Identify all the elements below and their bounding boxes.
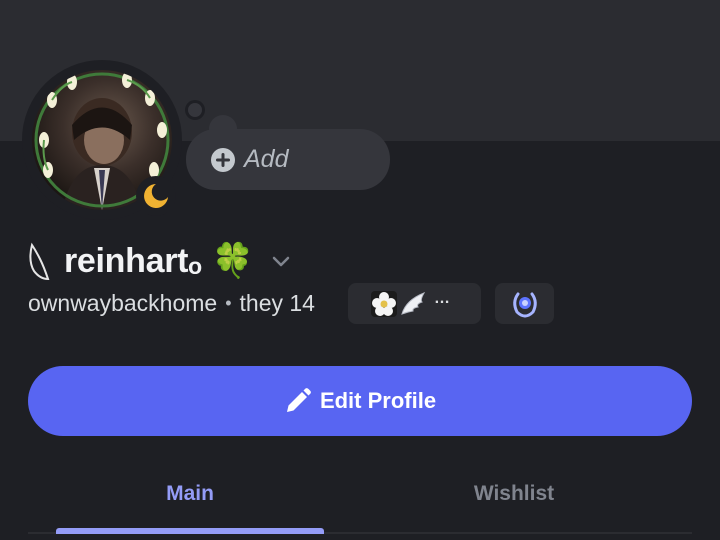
clover-emoji: 🍀: [211, 242, 255, 280]
profile-badges[interactable]: …: [348, 283, 481, 324]
username: ownwaybackhome: [28, 289, 218, 316]
status-bubble-tail-small: [185, 100, 205, 120]
wing-icon: [401, 291, 426, 315]
edit-profile-label: Edit Profile: [319, 388, 437, 413]
status-indicator: [136, 176, 176, 216]
pencil-icon: [286, 388, 311, 412]
laurel-icon: [512, 292, 537, 317]
edit-profile-button[interactable]: Edit Profile: [28, 366, 692, 436]
display-name-row: reinhartₒ 🍀: [26, 236, 292, 286]
more-badges-indicator: …: [434, 289, 450, 307]
plus-circle-icon: [211, 147, 235, 172]
avatar-container[interactable]: [22, 60, 182, 220]
moon-icon: [144, 184, 168, 208]
display-name: reinhartₒ: [64, 241, 202, 280]
laurel-badge[interactable]: [495, 283, 554, 324]
flower-icon: [371, 290, 397, 317]
username-row: ownwaybackhome • they 14: [28, 282, 315, 324]
chevron-down-icon[interactable]: [270, 250, 292, 272]
add-status-label: Add: [244, 145, 289, 173]
tab-wishlist[interactable]: Wishlist: [380, 468, 648, 520]
active-tab-indicator: [56, 528, 324, 534]
add-status-button[interactable]: Add: [186, 129, 390, 190]
leaf-icon: [29, 242, 50, 281]
profile-tabs: Main Wishlist: [28, 468, 692, 534]
tab-main[interactable]: Main: [56, 468, 324, 520]
separator-dot: •: [225, 292, 232, 313]
pronouns: they 14: [239, 289, 315, 316]
